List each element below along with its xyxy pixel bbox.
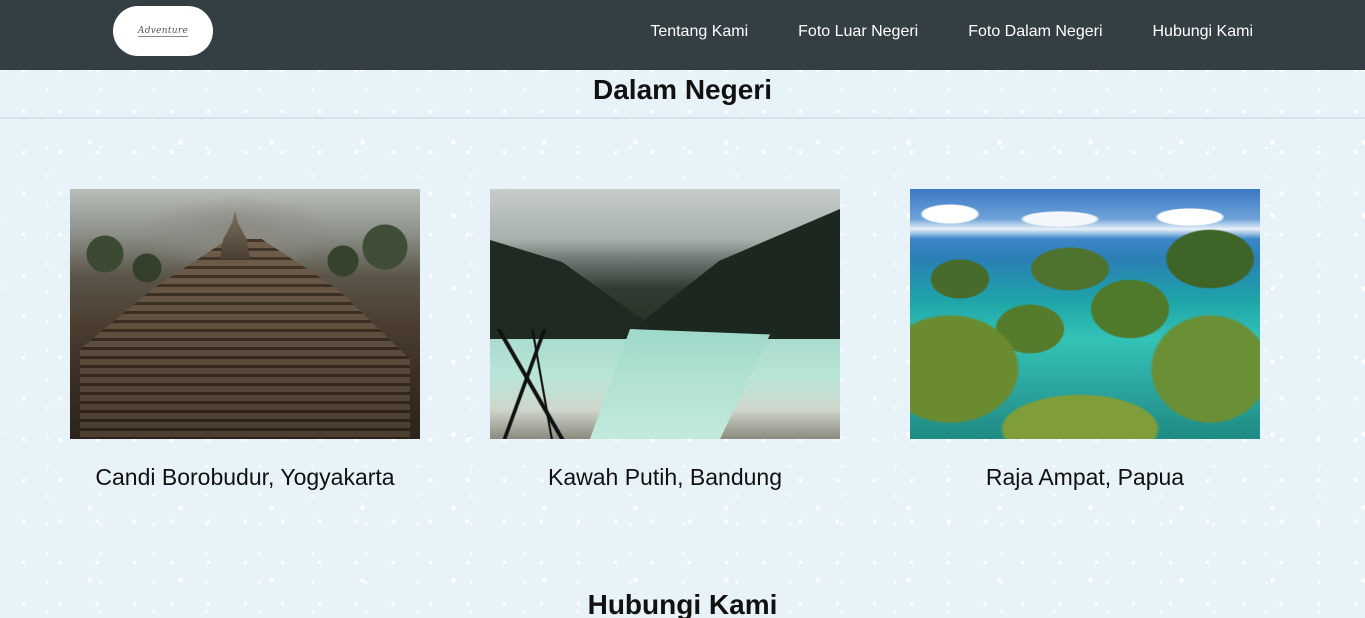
gallery-card-borobudur: Candi Borobudur, Yogyakarta [70, 189, 420, 491]
photo-branches [490, 329, 580, 439]
photo-crater-lake [590, 329, 770, 439]
borobudur-photo [70, 189, 420, 439]
photo-hill-right [620, 209, 840, 339]
photo-islands [910, 229, 1260, 439]
logo[interactable]: Adventure [113, 6, 213, 56]
card-caption: Candi Borobudur, Yogyakarta [95, 464, 395, 490]
photo-clouds [910, 199, 1260, 229]
card-caption: Kawah Putih, Bandung [547, 464, 782, 490]
gallery-card-kawah-putih: Kawah Putih, Bandung [490, 189, 840, 491]
card-caption: Raja Ampat, Papua [985, 464, 1185, 490]
nav-links: Tentang Kami Foto Luar Negeri Foto Dalam… [650, 0, 1253, 64]
nav-link-hubungi-kami[interactable]: Hubungi Kami [1153, 23, 1254, 41]
navbar: Adventure Tentang Kami Foto Luar Negeri … [0, 0, 1365, 70]
section-title-dalam-negeri: Dalam Negeri [593, 74, 772, 105]
nav-link-foto-dalam-negeri[interactable]: Foto Dalam Negeri [968, 23, 1102, 41]
nav-link-foto-luar-negeri[interactable]: Foto Luar Negeri [798, 23, 918, 41]
section-divider [0, 117, 1365, 119]
raja-ampat-photo [910, 189, 1260, 439]
nav-link-tentang-kami[interactable]: Tentang Kami [650, 23, 748, 41]
kawah-putih-photo [490, 189, 840, 439]
gallery-card-raja-ampat: Raja Ampat, Papua [910, 189, 1260, 491]
section-title-hubungi-kami: Hubungi Kami [587, 589, 778, 618]
logo-text: Adventure [137, 25, 189, 37]
